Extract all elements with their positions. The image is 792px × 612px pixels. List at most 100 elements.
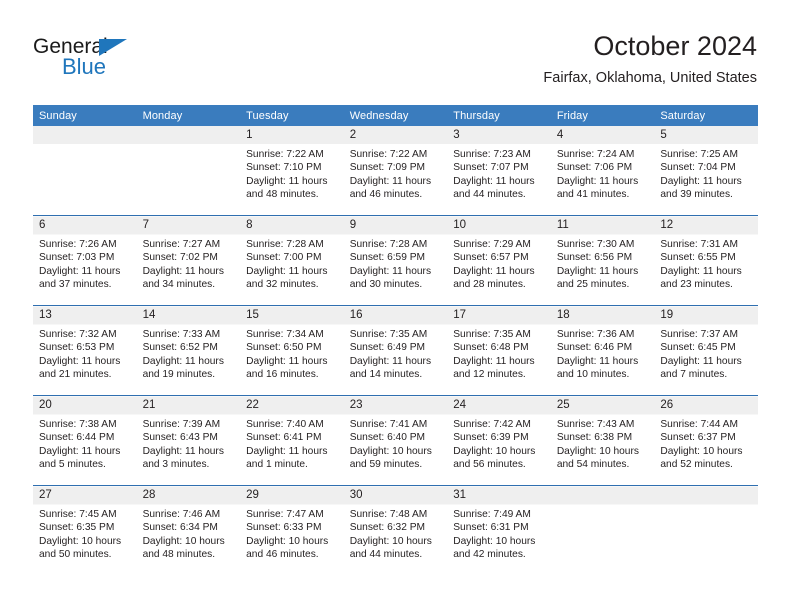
calendar-day-cell[interactable]: 30 Sunrise: 7:48 AM Sunset: 6:32 PM Dayligh… — [343, 485, 448, 575]
calendar-day-cell[interactable]: 9 Sunrise: 7:28 AM Sunset: 6:59 PM Daylight… — [343, 215, 448, 306]
calendar-day-cell[interactable]: 10 Sunrise: 7:29 AM Sunset: 6:57 PM Dayligh… — [447, 215, 551, 306]
day-detail-line: Sunset: 6:50 PM — [246, 342, 322, 354]
day-detail-line: and 48 minutes. — [142, 549, 216, 561]
calendar-day-cell[interactable]: 2 Sunrise: 7:22 AM Sunset: 7:09 PM Daylight… — [343, 126, 448, 216]
day-detail-line: and 3 minutes. — [142, 459, 210, 471]
calendar-day-cell[interactable]: 4 Sunrise: 7:24 AM Sunset: 7:06 PM Daylight… — [550, 126, 655, 216]
calendar-day-cell[interactable]: 7 Sunrise: 7:27 AM Sunset: 7:02 PM Daylight… — [136, 215, 241, 306]
calendar-day-cell[interactable]: 28 Sunrise: 7:46 AM Sunset: 6:34 PM Dayligh… — [136, 485, 241, 575]
calendar-day-cell[interactable]: 17 Sunrise: 7:35 AM Sunset: 6:48 PM Dayligh… — [447, 305, 551, 396]
day-detail-line: Sunrise: 7:28 AM — [349, 239, 428, 250]
day-detail-line: Sunset: 6:59 PM — [349, 252, 426, 264]
day-detail-line: Sunrise: 7:48 AM — [349, 509, 428, 520]
day-detail-line: and 14 minutes. — [349, 369, 423, 381]
day-detail-line: Sunset: 6:39 PM — [453, 432, 529, 444]
calendar-day-cell[interactable]: 6 Sunrise: 7:26 AM Sunset: 7:03 PM Daylight… — [33, 215, 137, 306]
day-detail-line: Daylight: 11 hours — [556, 355, 639, 367]
generalblue-logo[interactable]: General Blue — [33, 36, 183, 88]
day-detail-line: Daylight: 11 hours — [349, 175, 432, 187]
calendar-day-cell[interactable]: 18 Sunrise: 7:36 AM Sunset: 6:46 PM Dayligh… — [550, 305, 655, 396]
day-detail-line: Sunrise: 7:49 AM — [453, 509, 531, 520]
day-detail-line: Daylight: 11 hours — [39, 445, 121, 457]
day-detail-line: Sunrise: 7:30 AM — [556, 239, 635, 250]
day-detail-line: Sunrise: 7:40 AM — [246, 419, 324, 430]
calendar-day-cell[interactable]: 3 Sunrise: 7:23 AM Sunset: 7:07 PM Daylight… — [447, 126, 551, 216]
calendar-day-cell[interactable]: 8 Sunrise: 7:28 AM Sunset: 7:00 PM Daylight… — [240, 215, 344, 306]
day-detail-line: Sunrise: 7:36 AM — [556, 329, 635, 340]
day-number: 7 — [142, 219, 149, 231]
day-detail-line: Sunrise: 7:22 AM — [349, 149, 428, 160]
calendar-week-row: 13 Sunrise: 7:32 AM Sunset: 6:53 PM Dayligh… — [33, 305, 758, 396]
day-number: 19 — [660, 309, 674, 321]
day-detail-line: Sunrise: 7:34 AM — [246, 329, 324, 340]
day-sun-details: Sunrise: 7:49 AM Sunset: 6:31 PM Daylight:… — [447, 504, 551, 562]
day-detail-line: Daylight: 10 hours — [349, 445, 432, 457]
day-detail-line: Sunset: 6:56 PM — [556, 252, 633, 264]
day-sun-details: Sunrise: 7:43 AM Sunset: 6:38 PM Daylight:… — [551, 414, 655, 472]
day-detail-line: and 50 minutes. — [39, 549, 112, 561]
calendar-day-cell-empty — [136, 126, 241, 216]
day-detail-line: Sunrise: 7:46 AM — [142, 509, 221, 520]
day-number: 28 — [142, 489, 156, 501]
day-detail-line: and 46 minutes. — [349, 189, 423, 201]
calendar-day-cell[interactable]: 21 Sunrise: 7:39 AM Sunset: 6:43 PM Dayligh… — [136, 395, 241, 486]
calendar-day-cell[interactable]: 31 Sunrise: 7:49 AM Sunset: 6:31 PM Dayligh… — [447, 485, 551, 575]
calendar-day-cell[interactable]: 13 Sunrise: 7:32 AM Sunset: 6:53 PM Dayligh… — [33, 305, 137, 396]
calendar-day-cell[interactable]: 11 Sunrise: 7:30 AM Sunset: 6:56 PM Dayligh… — [550, 215, 655, 306]
calendar-day-cell[interactable]: 14 Sunrise: 7:33 AM Sunset: 6:52 PM Dayligh… — [136, 305, 241, 396]
calendar-day-cell[interactable]: 25 Sunrise: 7:43 AM Sunset: 6:38 PM Dayligh… — [550, 395, 655, 486]
day-detail-line: Sunset: 6:35 PM — [39, 522, 115, 534]
calendar-day-cell[interactable]: 19 Sunrise: 7:37 AM Sunset: 6:45 PM Dayligh… — [654, 305, 758, 396]
calendar-day-cell[interactable]: 1 Sunrise: 7:22 AM Sunset: 7:10 PM Daylight… — [240, 126, 344, 216]
calendar-day-cell[interactable]: 20 Sunrise: 7:38 AM Sunset: 6:44 PM Dayligh… — [33, 395, 137, 486]
day-sun-details: Sunrise: 7:24 AM Sunset: 7:06 PM Daylight:… — [551, 144, 655, 202]
day-detail-line: Sunset: 6:45 PM — [660, 342, 736, 354]
day-detail-line: Sunset: 6:57 PM — [453, 252, 529, 264]
day-detail-line: Daylight: 11 hours — [246, 445, 328, 457]
day-number: 10 — [453, 219, 467, 231]
calendar-day-cell-empty — [33, 126, 137, 216]
day-number: 26 — [660, 399, 674, 411]
day-number: 17 — [453, 309, 467, 321]
calendar-day-cell[interactable]: 24 Sunrise: 7:42 AM Sunset: 6:39 PM Dayligh… — [447, 395, 551, 486]
calendar-day-cell[interactable]: 5 Sunrise: 7:25 AM Sunset: 7:04 PM Daylight… — [654, 126, 758, 216]
day-sun-details: Sunrise: 7:37 AM Sunset: 6:45 PM Daylight:… — [654, 324, 758, 382]
day-detail-line: Sunset: 6:52 PM — [142, 342, 218, 354]
calendar-day-cell[interactable]: 26 Sunrise: 7:44 AM Sunset: 6:37 PM Dayligh… — [654, 395, 758, 486]
day-sun-details: Sunrise: 7:35 AM Sunset: 6:49 PM Daylight:… — [344, 324, 448, 382]
page-subtitle: Fairfax, Oklahoma, United States — [543, 70, 757, 86]
calendar-day-cell[interactable]: 12 Sunrise: 7:31 AM Sunset: 6:55 PM Dayligh… — [654, 215, 758, 306]
day-detail-line: Sunrise: 7:42 AM — [453, 419, 531, 430]
day-detail-line: and 19 minutes. — [142, 369, 216, 381]
day-number: 22 — [246, 399, 259, 411]
day-detail-line: Daylight: 11 hours — [39, 355, 121, 367]
day-number: 23 — [349, 399, 363, 411]
day-detail-line: and 48 minutes. — [246, 189, 319, 201]
calendar-day-cell[interactable]: 27 Sunrise: 7:45 AM Sunset: 6:35 PM Dayligh… — [33, 485, 137, 575]
calendar-day-cell[interactable]: 29 Sunrise: 7:47 AM Sunset: 6:33 PM Dayligh… — [240, 485, 344, 575]
calendar-day-cell[interactable]: 16 Sunrise: 7:35 AM Sunset: 6:49 PM Dayligh… — [343, 305, 448, 396]
day-detail-line: Sunset: 7:04 PM — [660, 162, 736, 174]
title-block: October 2024 Fairfax, Oklahoma, United S… — [543, 30, 757, 87]
day-sun-details: Sunrise: 7:36 AM Sunset: 6:46 PM Daylight:… — [551, 324, 655, 382]
day-sun-details: Sunrise: 7:28 AM Sunset: 7:00 PM Daylight:… — [240, 234, 344, 292]
day-detail-line: and 5 minutes. — [39, 459, 106, 471]
day-detail-line: and 30 minutes. — [349, 279, 423, 291]
day-sun-details: Sunrise: 7:22 AM Sunset: 7:10 PM Daylight:… — [240, 144, 344, 202]
day-sun-details: Sunrise: 7:33 AM Sunset: 6:52 PM Daylight:… — [137, 324, 241, 382]
weekday-header-tuesday: Tuesday — [240, 105, 344, 126]
day-number: 15 — [246, 309, 259, 321]
day-detail-line: Daylight: 10 hours — [453, 535, 536, 547]
calendar-day-cell[interactable]: 23 Sunrise: 7:41 AM Sunset: 6:40 PM Dayligh… — [343, 395, 448, 486]
calendar-week-row: 6 Sunrise: 7:26 AM Sunset: 7:03 PM Daylight… — [33, 215, 758, 306]
day-detail-line: Daylight: 10 hours — [39, 535, 122, 547]
day-detail-line: Sunrise: 7:33 AM — [142, 329, 221, 340]
calendar-page: General Blue October 2024 Fairfax, Oklah… — [0, 0, 792, 612]
day-detail-line: Daylight: 10 hours — [142, 535, 225, 547]
page-title: October 2024 — [593, 31, 757, 61]
calendar-day-cell[interactable]: 22 Sunrise: 7:40 AM Sunset: 6:41 PM Dayligh… — [240, 395, 344, 486]
day-detail-line: Sunrise: 7:32 AM — [39, 329, 117, 340]
day-detail-line: Daylight: 11 hours — [246, 355, 328, 367]
day-detail-line: Sunset: 6:40 PM — [349, 432, 426, 444]
calendar-day-cell[interactable]: 15 Sunrise: 7:34 AM Sunset: 6:50 PM Dayligh… — [240, 305, 344, 396]
